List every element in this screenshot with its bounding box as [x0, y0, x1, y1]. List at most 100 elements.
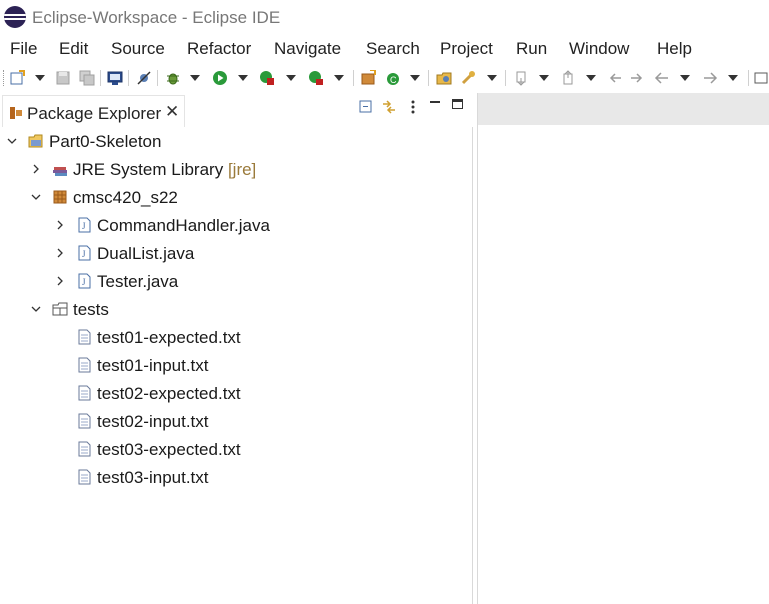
package-explorer-icon — [10, 107, 22, 119]
editor-area[interactable] — [477, 93, 769, 604]
java-file-icon: J — [78, 245, 91, 261]
package-explorer-view: Package Explorer ✕ Part0-Skeleton JRE Sy… — [0, 93, 473, 604]
main-toolbar: C — [0, 64, 769, 92]
tree-node-folder[interactable]: tests — [0, 295, 473, 323]
forward-dropdown[interactable] — [728, 75, 738, 81]
eclipse-logo-icon — [4, 6, 26, 28]
coverage-dropdown[interactable] — [286, 75, 296, 81]
menu-refactor[interactable]: Refactor — [187, 39, 251, 59]
chevron-right-icon[interactable] — [30, 163, 42, 175]
tree-node-text-file[interactable]: test01-expected.txt — [0, 323, 473, 351]
menu-help[interactable]: Help — [657, 39, 692, 59]
chevron-down-icon[interactable] — [30, 191, 42, 203]
tree-node-text-file[interactable]: test02-input.txt — [0, 407, 473, 435]
menu-run[interactable]: Run — [516, 39, 547, 59]
forward-edit-location-icon[interactable] — [629, 70, 645, 86]
back-dropdown[interactable] — [680, 75, 690, 81]
menu-window[interactable]: Window — [569, 39, 629, 59]
terminal-icon[interactable] — [107, 70, 123, 86]
run-icon[interactable] — [212, 70, 228, 86]
svg-text:C: C — [390, 75, 397, 85]
debug-icon[interactable] — [165, 70, 181, 86]
skip-breakpoints-icon[interactable] — [136, 70, 152, 86]
next-annotation-icon[interactable] — [514, 70, 530, 86]
folder-icon — [52, 302, 68, 316]
run-dropdown[interactable] — [238, 75, 248, 81]
eclipse-window: Eclipse-Workspace - Eclipse IDE File Edi… — [0, 0, 769, 604]
text-file-icon — [78, 357, 91, 373]
text-file-label: test01-expected.txt — [97, 328, 241, 347]
close-icon[interactable]: ✕ — [165, 102, 179, 122]
open-perspective-icon[interactable] — [753, 70, 769, 86]
text-file-label: test03-expected.txt — [97, 440, 241, 459]
link-with-editor-icon[interactable] — [381, 99, 397, 115]
new-java-package-icon[interactable] — [360, 70, 376, 86]
save-all-icon[interactable] — [79, 70, 95, 86]
editor-tab-bar — [478, 93, 769, 125]
menu-search[interactable]: Search — [366, 39, 420, 59]
text-file-icon — [78, 441, 91, 457]
tree-node-package[interactable]: cmsc420_s22 — [0, 183, 473, 211]
new-class-dropdown[interactable] — [410, 75, 420, 81]
menu-project[interactable]: Project — [440, 39, 493, 59]
debug-dropdown[interactable] — [190, 75, 200, 81]
next-annotation-dropdown[interactable] — [539, 75, 549, 81]
save-icon[interactable] — [55, 70, 71, 86]
coverage-icon[interactable] — [259, 70, 275, 86]
tree-node-text-file[interactable]: test03-input.txt — [0, 463, 473, 491]
library-icon — [53, 167, 67, 176]
open-type-icon[interactable] — [436, 70, 452, 86]
open-task-dropdown[interactable] — [487, 75, 497, 81]
java-file-label: CommandHandler.java — [97, 216, 270, 235]
new-java-class-icon[interactable]: C — [385, 70, 401, 86]
text-file-icon — [78, 329, 91, 345]
view-menu-icon[interactable] — [405, 99, 421, 115]
tree-node-jre[interactable]: JRE System Library [jre] — [0, 155, 473, 183]
tree-node-text-file[interactable]: test02-expected.txt — [0, 379, 473, 407]
svg-text:J: J — [82, 249, 86, 259]
text-file-icon — [78, 385, 91, 401]
toolbar-grip[interactable] — [3, 70, 5, 86]
tab-label: Package Explorer — [27, 104, 162, 123]
previous-annotation-dropdown[interactable] — [586, 75, 596, 81]
chevron-right-icon[interactable] — [54, 247, 66, 259]
collapse-all-icon[interactable] — [358, 99, 374, 115]
svg-text:J: J — [82, 277, 86, 287]
forward-icon[interactable] — [702, 70, 718, 86]
folder-label: tests — [73, 300, 109, 319]
package-icon — [53, 190, 67, 204]
run-last-icon[interactable] — [308, 70, 324, 86]
tree-node-java-file[interactable]: J CommandHandler.java — [0, 211, 473, 239]
package-label: cmsc420_s22 — [73, 188, 178, 207]
tree-node-java-file[interactable]: J Tester.java — [0, 267, 473, 295]
previous-annotation-icon[interactable] — [561, 70, 577, 86]
java-file-label: DualList.java — [97, 244, 195, 263]
open-task-icon[interactable] — [460, 70, 476, 86]
project-folder-icon — [28, 134, 43, 148]
maximize-view-button[interactable] — [452, 99, 463, 109]
back-icon[interactable] — [654, 70, 670, 86]
new-dropdown[interactable] — [35, 75, 45, 81]
window-title: Eclipse-Workspace - Eclipse IDE — [32, 8, 281, 27]
jre-decoration: [jre] — [227, 160, 257, 179]
chevron-down-icon[interactable] — [6, 135, 18, 147]
new-icon[interactable] — [9, 70, 25, 86]
text-file-label: test01-input.txt — [97, 356, 209, 375]
last-edit-location-icon[interactable] — [607, 70, 623, 86]
tree-node-java-file[interactable]: J DualList.java — [0, 239, 473, 267]
tree-node-project[interactable]: Part0-Skeleton — [0, 127, 473, 155]
java-file-icon: J — [78, 273, 91, 289]
run-last-dropdown[interactable] — [334, 75, 344, 81]
chevron-down-icon[interactable] — [30, 303, 42, 315]
chevron-right-icon[interactable] — [54, 275, 66, 287]
menu-file[interactable]: File — [10, 39, 37, 59]
minimize-view-button[interactable] — [430, 101, 440, 103]
menu-source[interactable]: Source — [111, 39, 165, 59]
tab-package-explorer[interactable]: Package Explorer ✕ — [2, 95, 185, 127]
java-file-label: Tester.java — [97, 272, 179, 291]
tree-node-text-file[interactable]: test01-input.txt — [0, 351, 473, 379]
chevron-right-icon[interactable] — [54, 219, 66, 231]
menu-navigate[interactable]: Navigate — [274, 39, 341, 59]
menu-edit[interactable]: Edit — [59, 39, 88, 59]
tree-node-text-file[interactable]: test03-expected.txt — [0, 435, 473, 463]
